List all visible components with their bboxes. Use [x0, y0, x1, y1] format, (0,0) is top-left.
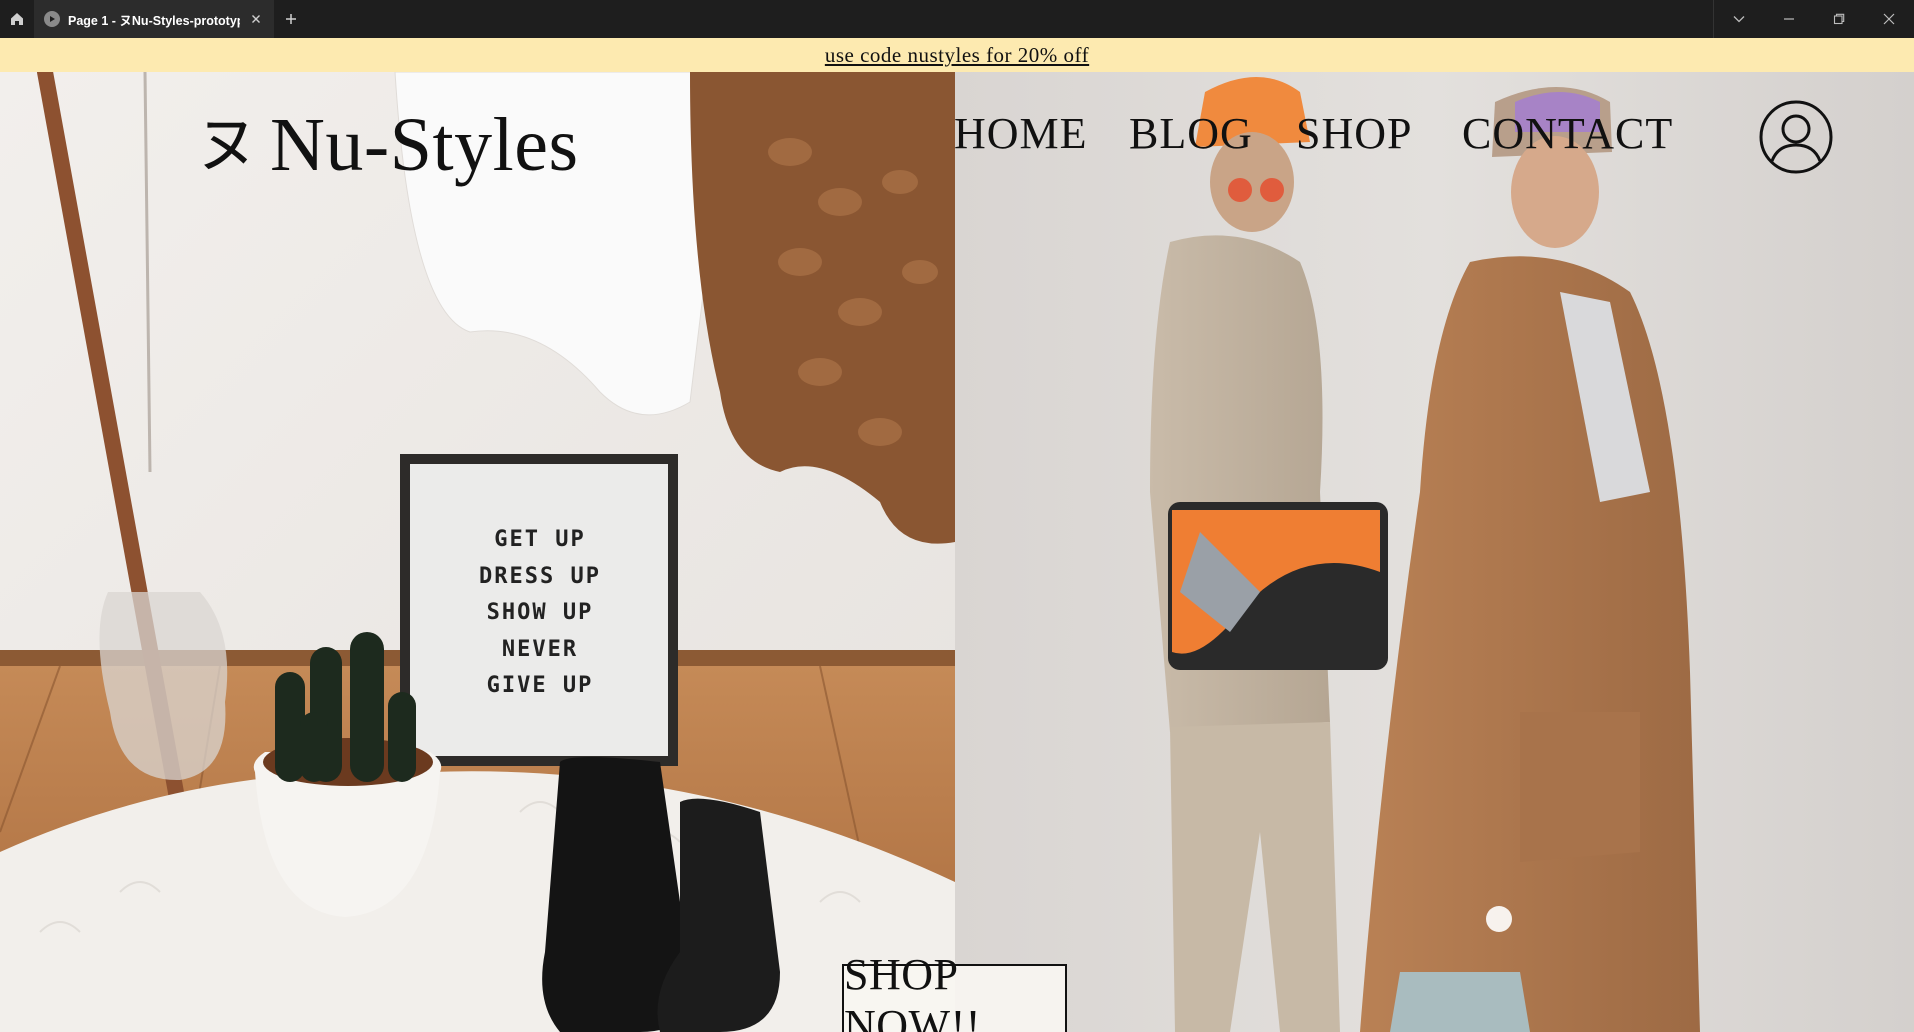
tab-page-1[interactable]: Page 1 - ヌNu-Styles-prototype	[34, 0, 274, 38]
letterboard-line: GIVE UP	[486, 673, 594, 698]
play-icon	[44, 11, 60, 27]
tab-label: Page 1 - ヌNu-Styles-prototype	[68, 13, 240, 28]
window-close-button[interactable]	[1864, 0, 1914, 38]
user-account-icon	[1759, 100, 1833, 174]
carousel-dot[interactable]	[1486, 906, 1512, 932]
letterboard-line: DRESS UP	[479, 563, 601, 589]
tab-list-button[interactable]	[1714, 0, 1764, 38]
letterboard: GET UP DRESS UP SHOW UP NEVER GIVE UP	[420, 522, 660, 705]
restore-button[interactable]	[1814, 0, 1864, 38]
nav-blog[interactable]: BLOG	[1129, 108, 1253, 159]
window-titlebar: Page 1 - ヌNu-Styles-prototype	[0, 0, 1914, 38]
letterboard-line: SHOW UP	[486, 600, 594, 625]
brand-mark: ヌ	[196, 108, 259, 181]
nav-shop[interactable]: SHOP	[1296, 108, 1413, 159]
brand-name: Nu-Styles	[270, 103, 579, 187]
plus-icon	[286, 14, 296, 24]
letterboard-line: GET UP	[494, 527, 586, 552]
restore-icon	[1833, 13, 1845, 25]
minimize-button[interactable]	[1764, 0, 1814, 38]
account-button[interactable]	[1758, 99, 1834, 175]
minimize-icon	[1784, 18, 1794, 20]
new-tab-button[interactable]	[274, 0, 308, 38]
nav-contact[interactable]: CONTACT	[1462, 108, 1673, 159]
brand-logo[interactable]: ヌ Nu-Styles	[196, 100, 579, 190]
close-icon[interactable]	[248, 11, 264, 27]
chevron-down-icon	[1733, 16, 1745, 23]
hero-image	[0, 72, 1914, 1032]
promo-code-link[interactable]: use code nustyles for 20% off	[825, 43, 1089, 68]
letterboard-line: NEVER	[501, 636, 579, 662]
promo-banner: use code nustyles for 20% off	[0, 38, 1914, 72]
home-icon	[11, 13, 23, 25]
home-button[interactable]	[0, 0, 34, 38]
shop-now-button[interactable]: SHOP NOW!!	[842, 950, 1067, 1032]
window-close-icon	[1883, 13, 1895, 25]
hero-section: GET UP DRESS UP SHOW UP NEVER GIVE UP ヌ …	[0, 72, 1914, 1032]
nav-home[interactable]: HOME	[954, 108, 1088, 159]
